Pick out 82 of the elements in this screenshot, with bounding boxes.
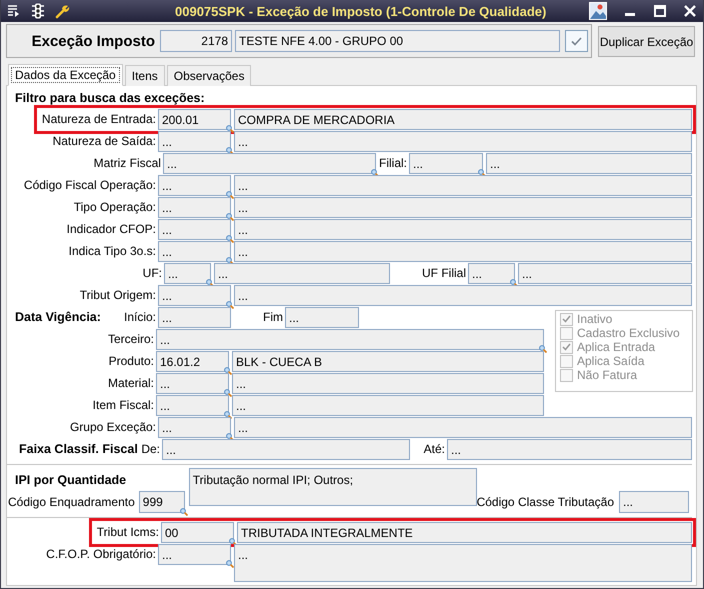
input-field[interactable]: ... [158,241,231,262]
tab[interactable]: Itens [124,65,165,86]
field-label: Natureza de Saída: [52,133,157,150]
input-field[interactable]: 16.01.2 [156,351,229,372]
duplicate-button[interactable]: Duplicar Exceção [598,26,695,57]
input-field[interactable]: TESTE NFE 4.00 - GRUPO 00 [235,30,560,52]
input-field[interactable]: 00 [161,522,234,543]
field-label: Indica Tipo 3o.s: [68,243,157,260]
input-field[interactable]: ... [158,131,231,152]
field-label: Código Classe Tributação [476,494,615,511]
input-field[interactable]: ... [158,219,231,240]
tab[interactable]: Observações [166,65,252,86]
field-label: Matriz Fiscal [94,155,162,172]
field-label: Item Fiscal: [92,397,155,414]
input-field[interactable]: ... [162,439,410,460]
window-title: 009075SPK - Exceção de Imposto (1-Controle De Qualidade) [174,4,548,18]
field-label: De: [141,441,161,458]
input-field[interactable]: ... [486,153,692,174]
field-label: Indicador CFOP: [66,221,157,238]
input-field[interactable]: 999 [138,491,185,513]
input-field[interactable]: ... [234,219,692,240]
input-field[interactable]: ... [234,197,692,218]
checkbox-label: Inativo [577,312,612,326]
text-area[interactable]: Tributação normal IPI; Outros; [188,468,477,506]
input-field[interactable]: 200.01 [158,109,231,130]
field-label: Filial: [378,155,408,172]
input-field[interactable]: ... [158,307,231,328]
checkbox-label: Aplica Saída [577,354,644,368]
input-field[interactable]: ... [164,263,211,284]
field-label: Tipo Operação: [74,199,157,216]
input-field[interactable]: ... [156,395,229,416]
field-label: Código Fiscal Operação: [24,177,157,194]
field-label: Terceiro: [108,331,155,348]
checkbox-label: Aplica Entrada [577,340,656,354]
input-field[interactable]: ... [234,241,692,262]
input-field[interactable]: ... [158,285,231,306]
input-field[interactable]: ... [468,263,515,284]
section-title: IPI por Quantidade [14,472,128,489]
input-field[interactable]: ... [156,329,544,350]
field-label: Início: [124,309,157,326]
section-title: Faixa Classif. Fiscal [19,441,138,458]
input-field[interactable]: ... [158,175,231,196]
field-label: Tribut Icms: [96,524,160,541]
section-title: Filtro para busca das exceções: [14,90,206,107]
section-title: Data Vigência: [15,309,101,326]
input-field[interactable]: ... [158,417,231,438]
input-field[interactable]: ... [619,491,689,513]
input-field[interactable]: ... [409,153,483,174]
tab[interactable]: Dados da Exceção [8,64,123,86]
checkbox-label: Cadastro Exclusivo [577,326,680,340]
input-field[interactable]: ... [518,263,692,284]
checkbox-label: Não Fatura [577,368,638,382]
field-label: Material: [108,375,155,392]
input-field[interactable]: ... [285,307,359,328]
field-label: Tribut Origem: [80,287,157,304]
input-field[interactable]: COMPRA DE MERCADORIA [234,109,692,130]
field-label: Grupo Exceção: [70,419,157,436]
input-field[interactable]: ... [232,373,544,394]
field-label: Natureza de Entrada: [42,111,157,128]
field-label: Até: [422,441,446,458]
input-field[interactable]: ... [234,417,692,438]
input-field[interactable]: ... [158,197,231,218]
field-label: UF Filial [421,265,467,282]
field-label: Fim [262,309,284,326]
input-field[interactable]: ... [447,439,692,460]
input-field[interactable]: ... [158,544,231,565]
field-label: UF: [142,265,163,282]
input-field[interactable]: ... [214,263,390,284]
input-field[interactable]: ... [234,544,692,582]
input-field[interactable]: ... [232,395,544,416]
input-field[interactable]: ... [156,373,229,394]
input-field[interactable]: ... [234,131,692,152]
input-field[interactable]: TRIBUTADA INTEGRALMENTE [237,522,692,543]
input-field[interactable]: 2178 [160,30,232,52]
field-label: Código Enquadramento [7,494,136,511]
field-label: Produto: [108,353,155,370]
input-field[interactable]: ... [162,153,376,174]
input-field[interactable]: ... [234,285,692,306]
input-field[interactable]: ... [234,175,692,196]
field-label: C.F.O.P. Obrigatório: [46,546,157,563]
header-label: Exceção Imposto [30,32,156,50]
input-field[interactable]: BLK - CUECA B [232,351,544,372]
